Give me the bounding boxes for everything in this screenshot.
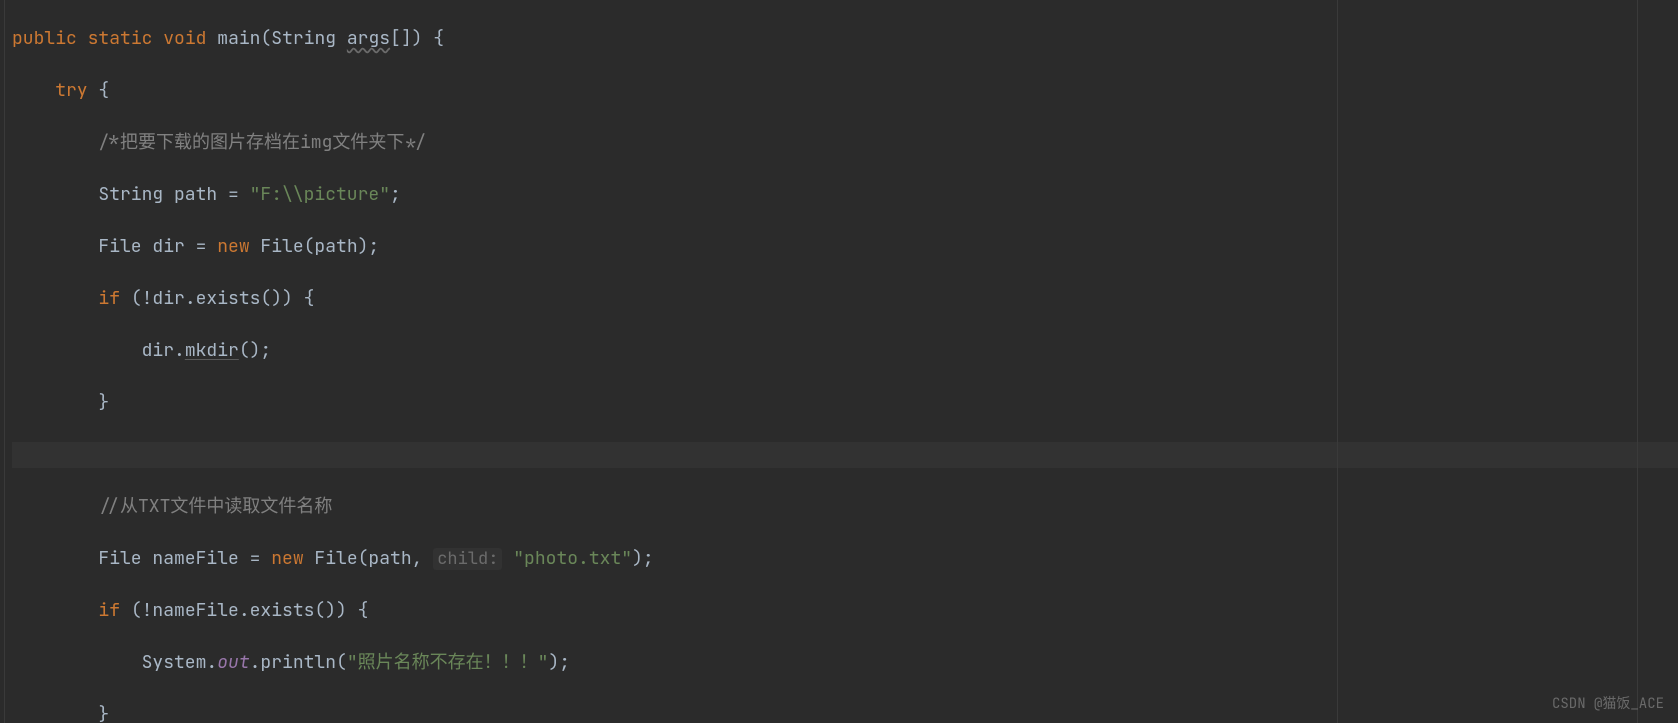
param-hint: child:	[433, 548, 502, 570]
right-margin-guide	[1337, 0, 1338, 723]
code-line[interactable]: public static void main(String args[]) {	[12, 26, 1678, 52]
code-line[interactable]: File dir = new File(path);	[12, 234, 1678, 260]
code-editor[interactable]: public static void main(String args[]) {…	[0, 0, 1678, 723]
code-line[interactable]: }	[12, 390, 1678, 416]
gutter-border	[4, 0, 5, 723]
code-line[interactable]: try {	[12, 78, 1678, 104]
code-line[interactable]	[12, 442, 1678, 468]
code-line[interactable]: if (!dir.exists()) {	[12, 286, 1678, 312]
watermark-text: CSDN @猫饭_ACE	[1552, 691, 1664, 717]
code-line[interactable]: dir.mkdir();	[12, 338, 1678, 364]
code-block[interactable]: public static void main(String args[]) {…	[0, 0, 1678, 723]
code-line[interactable]: /*把要下载的图片存档在img文件夹下*/	[12, 130, 1678, 156]
code-line[interactable]: File nameFile = new File(path, child: "p…	[12, 546, 1678, 572]
code-line[interactable]: if (!nameFile.exists()) {	[12, 598, 1678, 624]
code-line[interactable]: System.out.println("照片名称不存在！！！");	[12, 650, 1678, 676]
code-line[interactable]: String path = "F:\\picture";	[12, 182, 1678, 208]
right-margin-guide-2	[1637, 0, 1638, 723]
code-line[interactable]: }	[12, 702, 1678, 723]
code-line[interactable]: //从TXT文件中读取文件名称	[12, 494, 1678, 520]
